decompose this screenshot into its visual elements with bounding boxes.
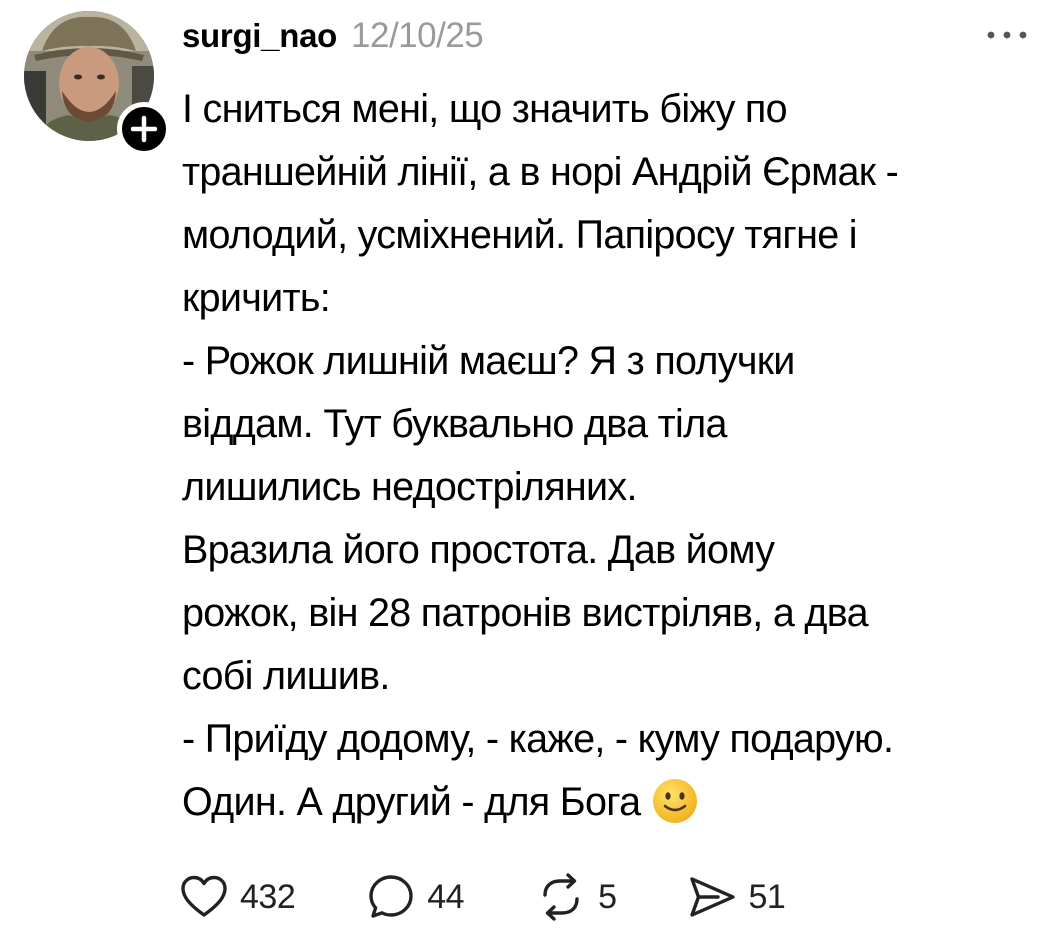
like-count: 432	[240, 877, 296, 916]
post-text-line: - Рожок лишній маєш? Я з получки	[182, 339, 795, 383]
heart-icon	[181, 875, 227, 917]
post-text-line: віддам. Тут буквально два тіла	[182, 402, 727, 446]
post-text-line: собі лишив.	[182, 654, 390, 698]
reply-button[interactable]: 44	[367, 873, 465, 921]
repost-arrows-icon	[543, 873, 579, 921]
follow-button[interactable]	[117, 102, 171, 156]
post-body: І сниться мені, що значить біжу по транш…	[182, 78, 1032, 843]
post-actions: 432 44 5 51	[180, 872, 786, 922]
plus-icon	[130, 115, 158, 143]
reply-count: 44	[427, 877, 465, 916]
post-text-line: рожок, він 28 патронів вистріляв, а два	[182, 591, 869, 635]
post-text-last-line: Один. А другий - для Бога	[182, 771, 1032, 843]
share-button[interactable]: 51	[688, 875, 786, 919]
post-text-line: траншейній лінії, а в норі Андрій Єрмак …	[182, 150, 899, 194]
post-text-line: кричить:	[182, 276, 331, 320]
post-date: 12/10/25	[351, 16, 484, 55]
post-text-line: лишились недостріляних.	[182, 465, 637, 509]
repost-button[interactable]: 5	[536, 873, 617, 921]
post-text-line: І сниться мені, що значить біжу по	[182, 87, 788, 131]
repost-count: 5	[598, 877, 617, 916]
post-card: surgi_nao 12/10/25 І сниться мені, що зн…	[0, 0, 1042, 941]
share-count: 51	[748, 877, 786, 916]
post-text-line: молодий, усміхнений. Папіросу тягне і	[182, 213, 858, 257]
avatar-container[interactable]	[24, 11, 171, 156]
username-link[interactable]: surgi_nao	[182, 17, 337, 55]
send-icon	[690, 877, 736, 917]
post-text-line: - Приїду додому, - каже, - куму подарую.	[182, 717, 894, 761]
like-button[interactable]: 432	[180, 874, 296, 920]
comment-bubble-icon	[369, 875, 413, 918]
post-text-line: Вразила його простота. Дав йому	[182, 528, 775, 572]
slightly-smiling-face-icon	[652, 778, 698, 843]
more-options-button[interactable]	[984, 26, 1030, 44]
post-header: surgi_nao 12/10/25	[182, 14, 484, 58]
post-text-line: Один. А другий - для Бога	[182, 780, 641, 824]
more-options-icon	[987, 31, 1027, 39]
